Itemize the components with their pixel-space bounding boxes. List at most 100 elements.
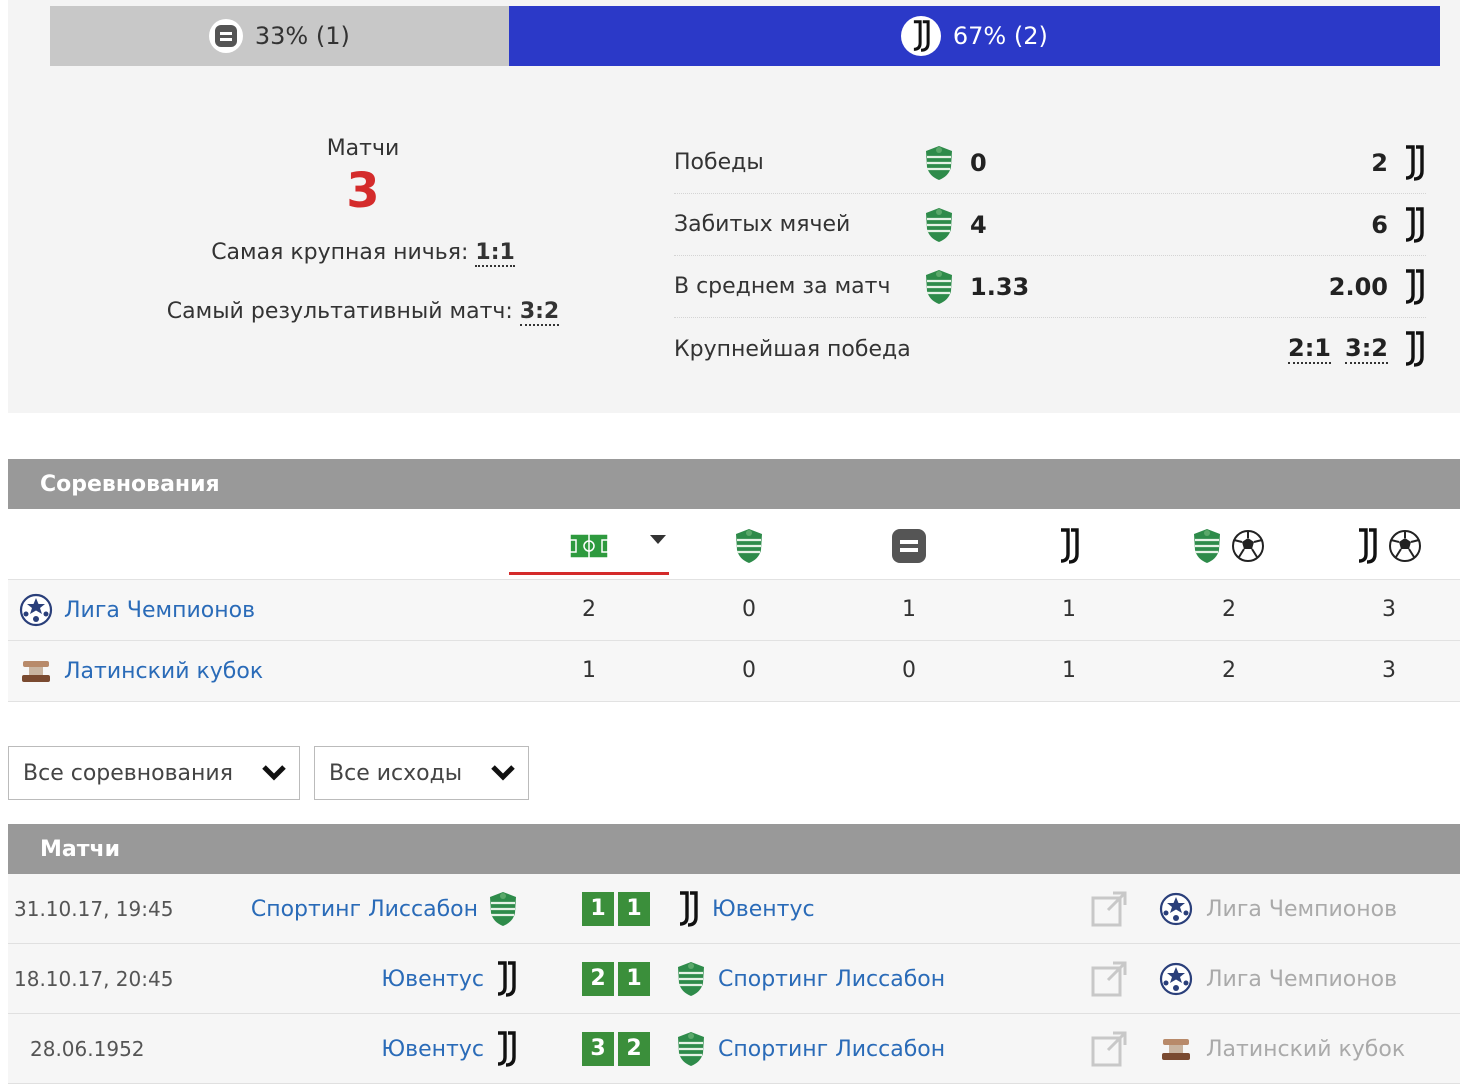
draw-icon bbox=[208, 19, 243, 53]
competition-link[interactable]: Латинский кубок bbox=[18, 641, 263, 701]
juventus-stat-value: 2 bbox=[1371, 148, 1388, 177]
juventus-stat-value: 2.00 bbox=[1328, 272, 1388, 301]
external-link-icon[interactable] bbox=[1090, 890, 1128, 928]
competition-row: Лига Чемпионов 2 0 1 1 2 3 bbox=[8, 580, 1460, 641]
stat-label: Победы bbox=[674, 150, 764, 175]
match-date: 28.06.1952 bbox=[30, 1037, 145, 1061]
matches-value: 1 bbox=[582, 658, 596, 683]
matches-section-title: Матчи bbox=[40, 836, 121, 862]
match-score[interactable]: 3 2 bbox=[582, 1032, 650, 1066]
home-team-link[interactable]: Ювентус bbox=[381, 1014, 518, 1084]
home-team-name: Ювентус bbox=[381, 1036, 484, 1062]
juventus-goals-value: 3 bbox=[1382, 658, 1396, 683]
juventus-logo-icon bbox=[1402, 145, 1426, 181]
stat-label: В среднем за матч bbox=[674, 274, 891, 299]
competitions-table: Лига Чемпионов 2 0 1 1 2 3 Латинский куб… bbox=[8, 510, 1460, 702]
biggest-win-score-link[interactable]: 3:2 bbox=[1345, 334, 1388, 364]
sporting-wins-column[interactable] bbox=[669, 528, 829, 564]
competition-filter-select[interactable]: Все соревнования bbox=[8, 746, 300, 800]
away-score: 1 bbox=[618, 962, 650, 996]
juventus-wins-value: 1 bbox=[1062, 658, 1076, 683]
sporting-goals-value: 2 bbox=[1222, 597, 1236, 622]
results-ratio-bar: 33% (1) 67% (2) bbox=[50, 6, 1440, 66]
away-score: 1 bbox=[618, 892, 650, 926]
match-date: 31.10.17, 19:45 bbox=[14, 897, 174, 921]
juventus-logo-icon bbox=[1402, 269, 1426, 305]
draws-ratio-segment: 33% (1) bbox=[50, 6, 509, 66]
sporting-crest-icon bbox=[924, 269, 954, 305]
external-link-icon[interactable] bbox=[1090, 1030, 1128, 1068]
sporting-goals-value: 2 bbox=[1222, 658, 1236, 683]
sporting-goals-column[interactable] bbox=[1149, 528, 1309, 564]
sporting-crest-icon bbox=[1192, 528, 1222, 564]
away-team-name: Ювентус bbox=[712, 896, 815, 922]
match-row[interactable]: 28.06.1952 Ювентус 3 2 Спортинг Лиссабон… bbox=[8, 1014, 1460, 1084]
match-date: 18.10.17, 20:45 bbox=[14, 967, 174, 991]
latin-cup-icon bbox=[18, 653, 54, 689]
juventus-logo-icon bbox=[494, 1031, 518, 1067]
away-team-link[interactable]: Спортинг Лиссабон bbox=[676, 1014, 945, 1084]
away-team-link[interactable]: Ювентус bbox=[676, 874, 815, 944]
away-team-link[interactable]: Спортинг Лиссабон bbox=[676, 944, 945, 1014]
away-team-name: Спортинг Лиссабон bbox=[718, 1036, 946, 1062]
outcome-filter-select[interactable]: Все исходы bbox=[314, 746, 529, 800]
home-team-link[interactable]: Ювентус bbox=[381, 944, 518, 1014]
juventus-ratio-segment: 67% (2) bbox=[508, 6, 1440, 66]
match-competition-name: Латинский кубок bbox=[1206, 1036, 1406, 1062]
juventus-wins-column[interactable] bbox=[989, 528, 1149, 564]
latin-cup-icon bbox=[1158, 1031, 1194, 1067]
sporting-stat-value: 1.33 bbox=[970, 272, 1030, 301]
juventus-wins-value: 1 bbox=[1062, 597, 1076, 622]
competition-row: Латинский кубок 1 0 0 1 2 3 bbox=[8, 641, 1460, 702]
juventus-logo-icon bbox=[1402, 331, 1426, 367]
competitions-header: Соревнования bbox=[8, 459, 1460, 509]
champions-league-icon bbox=[18, 592, 54, 628]
juventus-goals-value: 3 bbox=[1382, 597, 1396, 622]
match-row[interactable]: 31.10.17, 19:45 Спортинг Лиссабон 1 1 Юв… bbox=[8, 874, 1460, 944]
competition-filter-value: Все соревнования bbox=[23, 760, 233, 786]
juventus-stat-value: 6 bbox=[1371, 210, 1388, 239]
away-team-name: Спортинг Лиссабон bbox=[718, 966, 946, 992]
biggest-win-score-link[interactable]: 2:1 bbox=[1288, 334, 1331, 364]
juventus-logo-icon bbox=[1402, 207, 1426, 243]
highest-scoring-score-link[interactable]: 3:2 bbox=[519, 298, 560, 326]
outcome-filter-value: Все исходы bbox=[329, 760, 463, 786]
away-score: 2 bbox=[618, 1032, 650, 1066]
matches-count: 3 bbox=[346, 163, 380, 219]
h2h-summary-panel: 33% (1) 67% (2) Матчи 3 Самая крупная ни… bbox=[8, 0, 1460, 413]
draws-column[interactable] bbox=[829, 528, 989, 564]
draw-icon bbox=[892, 529, 926, 563]
pitch-icon bbox=[569, 533, 609, 559]
match-row[interactable]: 18.10.17, 20:45 Ювентус 2 1 Спортинг Лис… bbox=[8, 944, 1460, 1014]
draws-ratio-label: 33% (1) bbox=[254, 22, 350, 50]
juventus-logo-icon bbox=[676, 891, 700, 927]
stat-row-average: В среднем за матч 1.33 2.00 bbox=[674, 256, 1426, 318]
sporting-crest-icon bbox=[676, 961, 706, 997]
sort-by-matches-column[interactable] bbox=[509, 528, 669, 564]
external-link-icon[interactable] bbox=[1090, 960, 1128, 998]
match-competition: Лига Чемпионов bbox=[1158, 874, 1397, 944]
sporting-crest-icon bbox=[488, 891, 518, 927]
juventus-logo-icon bbox=[494, 961, 518, 997]
match-competition: Лига Чемпионов bbox=[1158, 944, 1397, 1014]
stat-label: Крупнейшая победа bbox=[674, 336, 911, 362]
match-score[interactable]: 1 1 bbox=[582, 892, 650, 926]
competition-name: Лига Чемпионов bbox=[64, 597, 256, 623]
sporting-crest-icon bbox=[734, 528, 764, 564]
competition-link[interactable]: Лига Чемпионов bbox=[18, 580, 255, 640]
match-score[interactable]: 2 1 bbox=[582, 962, 650, 996]
stats-comparison: Победы 0 2 Забитых мячей 4 6 В среднем з… bbox=[674, 132, 1426, 380]
ball-icon bbox=[1387, 528, 1423, 564]
champions-league-icon bbox=[1158, 891, 1194, 927]
ball-icon bbox=[1230, 528, 1266, 564]
matches-header: Матчи bbox=[8, 824, 1460, 874]
biggest-draw-score-link[interactable]: 1:1 bbox=[475, 239, 515, 267]
biggest-draw-label: Самая крупная ничья: bbox=[211, 239, 469, 265]
juventus-goals-column[interactable] bbox=[1309, 528, 1460, 564]
match-competition: Латинский кубок bbox=[1158, 1014, 1405, 1084]
match-competition-name: Лига Чемпионов bbox=[1206, 966, 1398, 992]
juventus-ratio-label: 67% (2) bbox=[952, 22, 1048, 50]
competitions-title: Соревнования bbox=[40, 471, 220, 497]
home-team-link[interactable]: Спортинг Лиссабон bbox=[251, 874, 518, 944]
stat-row-goals: Забитых мячей 4 6 bbox=[674, 194, 1426, 256]
